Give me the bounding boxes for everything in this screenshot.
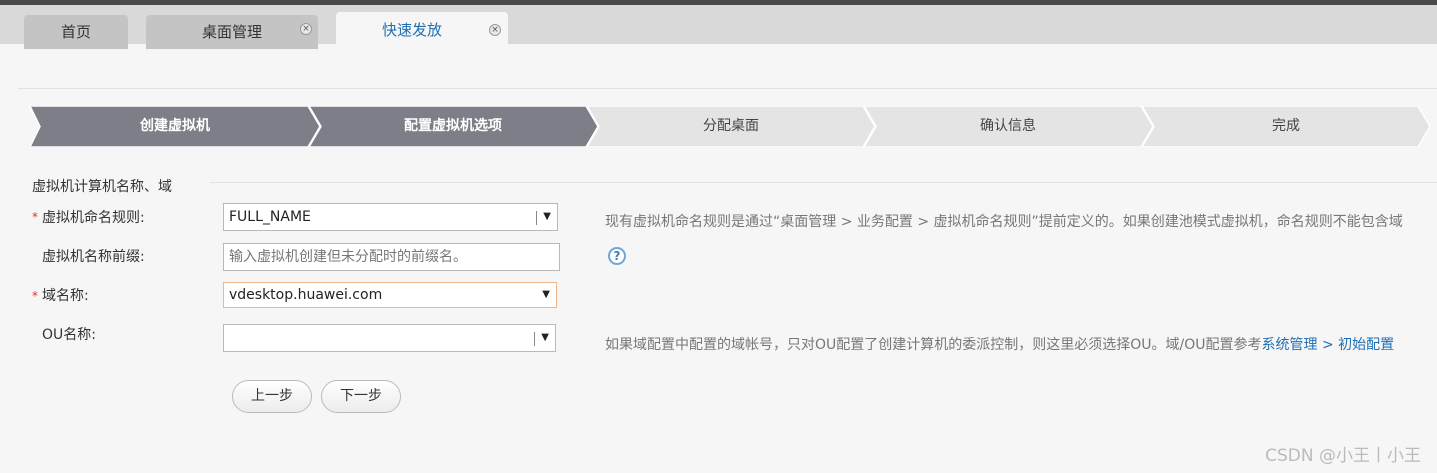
required-mark: *	[32, 289, 38, 303]
help-icon[interactable]: ?	[608, 247, 626, 265]
domain-label: 域名称:	[42, 288, 89, 304]
name-prefix-placeholder: 输入虚拟机创建但未分配时的前缀名。	[229, 249, 467, 265]
naming-rule-value: FULL_NAME	[229, 209, 311, 225]
name-prefix-label: 虚拟机名称前缀:	[42, 249, 145, 265]
step-configure-vm-options: 配置虚拟机选项	[404, 118, 502, 134]
tab-desktop-management-label: 桌面管理	[201, 23, 262, 41]
close-icon[interactable]: ×	[489, 24, 501, 36]
domain-select[interactable]: vdesktop.huawei.com ▼	[223, 282, 557, 308]
select-separator	[534, 332, 535, 346]
naming-rule-label: 虚拟机命名规则:	[42, 210, 145, 226]
system-management-link[interactable]: 系统管理 > 初始配置	[1262, 337, 1395, 353]
wizard-steps: 创建虚拟机 配置虚拟机选项 分配桌面 确认信息 完成	[30, 106, 1437, 147]
name-prefix-input[interactable]: 输入虚拟机创建但未分配时的前缀名。	[223, 243, 560, 271]
naming-rule-select[interactable]: FULL_NAME ▼	[223, 203, 558, 231]
select-separator	[536, 211, 537, 225]
tab-strip: 首页 桌面管理 × 快速发放 ×	[0, 5, 1437, 49]
chevron-down-icon[interactable]: ▼	[542, 283, 550, 307]
tab-home-label: 首页	[60, 23, 91, 41]
ou-label: OU名称:	[42, 327, 96, 343]
divider	[18, 88, 1437, 89]
tab-desktop-management[interactable]: 桌面管理 ×	[146, 15, 318, 49]
domain-value: vdesktop.huawei.com	[229, 287, 383, 303]
prev-step-button[interactable]: 上一步	[232, 380, 312, 413]
ou-hint: 如果域配置中配置的域帐号，只对OU配置了创建计算机的委派控制，则这里必须选择OU…	[605, 334, 1394, 354]
section-divider	[210, 182, 1437, 183]
step-finish: 完成	[1272, 118, 1300, 134]
step-assign-desktop: 分配桌面	[703, 118, 759, 134]
next-step-button[interactable]: 下一步	[321, 380, 401, 413]
watermark: CSDN @小王丨小王	[1265, 446, 1421, 466]
tab-home[interactable]: 首页	[24, 15, 128, 49]
required-mark: *	[32, 210, 38, 224]
chevron-down-icon[interactable]: ▼	[541, 325, 549, 351]
chevron-down-icon[interactable]: ▼	[543, 204, 551, 230]
ou-select[interactable]: ▼	[223, 324, 556, 352]
tab-quick-provision[interactable]: 快速发放 ×	[336, 12, 508, 49]
section-title: 虚拟机计算机名称、域	[32, 179, 172, 195]
ou-hint-text: 如果域配置中配置的域帐号，只对OU配置了创建计算机的委派控制，则这里必须选择OU…	[605, 337, 1262, 353]
tab-quick-provision-label: 快速发放	[381, 21, 442, 39]
step-confirm-info: 确认信息	[980, 118, 1036, 134]
step-create-vm: 创建虚拟机	[140, 118, 210, 134]
close-icon[interactable]: ×	[300, 23, 312, 35]
naming-rule-hint: 现有虚拟机命名规则是通过“桌面管理 > 业务配置 > 虚拟机命名规则”提前定义的…	[605, 214, 1403, 230]
